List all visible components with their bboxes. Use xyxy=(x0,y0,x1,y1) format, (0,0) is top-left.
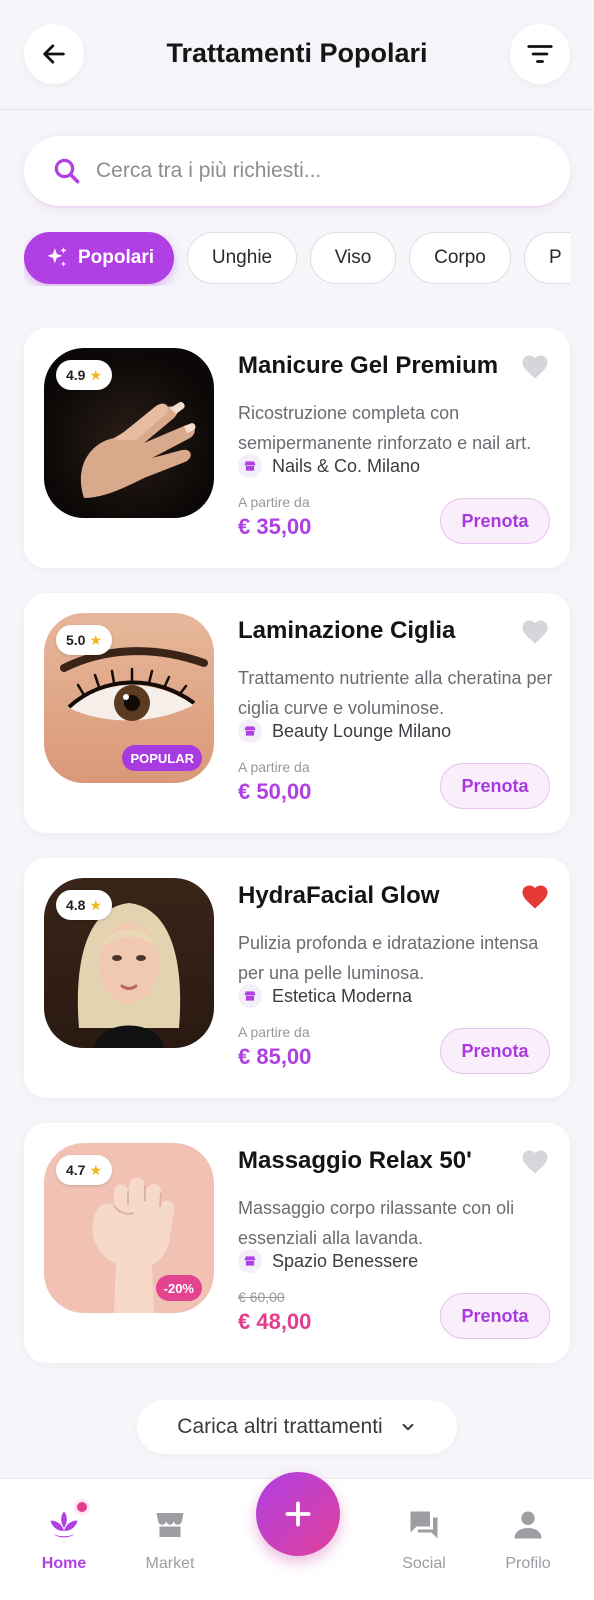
nav-social[interactable]: Social xyxy=(374,1479,474,1600)
store-icon xyxy=(238,454,262,478)
star-icon: ★ xyxy=(89,896,103,913)
price: € 35,00 xyxy=(238,514,312,539)
page-title: Trattamenti Popolari xyxy=(166,38,428,68)
nav-market[interactable]: Market xyxy=(120,1479,220,1600)
shop-name: Estetica Moderna xyxy=(272,985,413,1006)
rating-badge: 4.9 ★ xyxy=(56,360,113,390)
nav-label: Profilo xyxy=(505,1555,551,1572)
star-icon: ★ xyxy=(89,631,103,648)
arrow-left-icon xyxy=(43,44,65,64)
shop-name: Nails & Co. Milano xyxy=(272,455,421,476)
filter-button[interactable] xyxy=(510,24,570,84)
shop-info: Estetica Moderna xyxy=(238,984,412,1008)
back-button[interactable] xyxy=(24,24,84,84)
store-icon xyxy=(238,984,262,1008)
person-icon xyxy=(510,1507,546,1543)
rating-badge: 4.7 ★ xyxy=(56,1155,113,1185)
star-icon: ★ xyxy=(89,366,103,383)
sparkles-icon xyxy=(47,247,67,267)
header: Trattamenti Popolari xyxy=(0,0,594,110)
chip-label: Viso xyxy=(334,247,372,268)
search-icon xyxy=(54,158,80,184)
search-input[interactable] xyxy=(96,159,536,183)
load-more-button[interactable]: Carica altri trattamenti xyxy=(137,1400,457,1454)
old-price: € 60,00 xyxy=(238,1289,285,1305)
shop-info: Beauty Lounge Milano xyxy=(238,719,451,743)
price-prefix: A partire da xyxy=(238,759,310,775)
price: € 50,00 xyxy=(238,779,312,804)
book-button[interactable]: Prenota xyxy=(440,1293,550,1339)
treatment-image: 5.0 ★ POPULAR xyxy=(44,613,214,783)
book-button[interactable]: Prenota xyxy=(440,1028,550,1074)
price-prefix: A partire da xyxy=(238,494,310,510)
treatment-image: 4.8 ★ xyxy=(44,878,214,1048)
treatment-image: 4.9 ★ xyxy=(44,348,214,518)
treatment-card[interactable]: 4.9 ★ Manicure Gel Premium Ricostruzione… xyxy=(24,328,570,568)
rating-value: 4.8 xyxy=(66,897,86,913)
chevron-down-icon xyxy=(402,1423,414,1431)
rating-value: 4.7 xyxy=(66,1162,86,1178)
treatment-image: 4.7 ★ -20% xyxy=(44,1143,214,1313)
treatment-title: Laminazione Ciglia xyxy=(238,617,456,644)
nav-label: Social xyxy=(402,1555,446,1572)
notification-dot xyxy=(74,1499,90,1515)
treatment-card[interactable]: 5.0 ★ POPULAR Laminazione Ciglia Trattam… xyxy=(24,593,570,833)
search-bar[interactable] xyxy=(24,136,570,208)
chip-more[interactable]: P xyxy=(524,232,570,284)
category-chips: Popolari Unghie Viso Corpo P xyxy=(24,232,570,286)
discount-tag: -20% xyxy=(155,1275,202,1301)
nav-label: Home xyxy=(41,1555,87,1572)
chip-viso[interactable]: Viso xyxy=(310,232,396,284)
nav-home[interactable]: Home xyxy=(14,1479,114,1600)
popular-tag: POPULAR xyxy=(122,745,202,771)
shop-name: Spazio Benessere xyxy=(272,1250,419,1271)
treatment-description: Pulizia profonda e idratazione intensa p… xyxy=(238,933,539,983)
plus-icon xyxy=(285,1501,311,1527)
price-prefix: A partire da xyxy=(238,1024,310,1040)
load-more-label: Carica altri trattamenti xyxy=(177,1415,383,1438)
shop-name: Beauty Lounge Milano xyxy=(272,720,452,741)
rating-value: 5.0 xyxy=(66,632,86,648)
treatment-description: Trattamento nutriente alla cheratina per… xyxy=(238,668,553,718)
rating-badge: 5.0 ★ xyxy=(56,625,113,655)
chip-popolari[interactable]: Popolari xyxy=(24,232,174,284)
chip-label: Corpo xyxy=(434,247,486,268)
heart-outline-icon[interactable] xyxy=(520,352,550,380)
store-icon xyxy=(238,1249,262,1273)
price: € 48,00 xyxy=(238,1309,312,1334)
treatment-title: HydraFacial Glow xyxy=(238,882,440,909)
shop-info: Spazio Benessere xyxy=(238,1249,418,1273)
treatment-card[interactable]: 4.7 ★ -20% Massaggio Relax 50' Massaggio… xyxy=(24,1123,570,1363)
treatment-description: Ricostruzione completa con semipermanent… xyxy=(238,403,532,453)
rating-badge: 4.8 ★ xyxy=(56,890,113,920)
treatment-title: Manicure Gel Premium xyxy=(238,352,499,379)
treatment-title: Massaggio Relax 50' xyxy=(238,1147,472,1174)
heart-outline-icon[interactable] xyxy=(520,1147,550,1175)
store-icon xyxy=(238,719,262,743)
price: € 85,00 xyxy=(238,1044,312,1069)
lotus-icon xyxy=(46,1499,90,1543)
add-button[interactable] xyxy=(256,1472,340,1556)
chip-label: Unghie xyxy=(211,247,273,268)
treatment-card[interactable]: 4.8 ★ HydraFacial Glow Pulizia profonda … xyxy=(24,858,570,1098)
rating-value: 4.9 xyxy=(66,367,86,383)
chat-bubbles-icon xyxy=(406,1507,442,1543)
book-button[interactable]: Prenota xyxy=(440,763,550,809)
nav-profilo[interactable]: Profilo xyxy=(478,1479,578,1600)
book-button[interactable]: Prenota xyxy=(440,498,550,544)
nav-label: Market xyxy=(145,1555,195,1572)
filter-lines-icon xyxy=(527,45,553,63)
chip-label: Popolari xyxy=(77,247,154,268)
heart-filled-icon[interactable] xyxy=(520,882,550,910)
heart-outline-icon[interactable] xyxy=(520,617,550,645)
store-icon xyxy=(152,1507,188,1543)
treatment-description: Massaggio corpo rilassante con oli essen… xyxy=(238,1198,515,1248)
chip-unghie[interactable]: Unghie xyxy=(187,232,297,284)
chip-label: P xyxy=(549,247,562,268)
chip-corpo[interactable]: Corpo xyxy=(409,232,511,284)
shop-info: Nails & Co. Milano xyxy=(238,454,420,478)
star-icon: ★ xyxy=(89,1161,103,1178)
